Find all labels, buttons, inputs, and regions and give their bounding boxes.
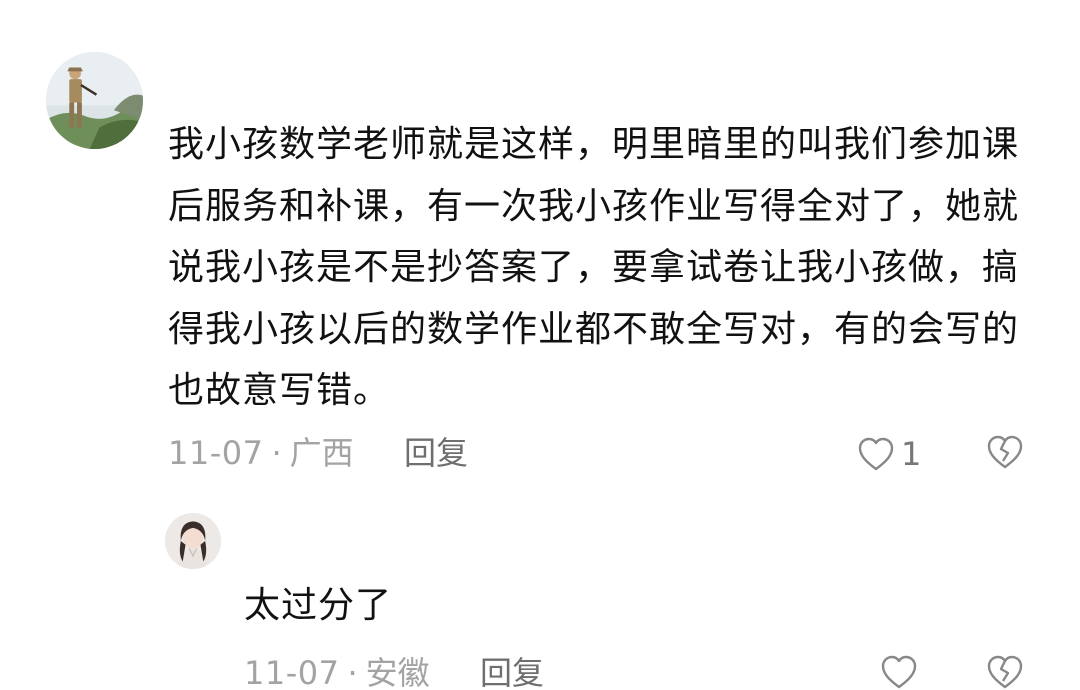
like-button[interactable]: 1 (857, 434, 921, 474)
like-count: 1 (901, 435, 922, 473)
dislike-button[interactable] (986, 434, 1024, 474)
meta-separator: · (271, 434, 282, 472)
comment-location: 广西 (289, 434, 354, 472)
reply-like-button[interactable] (880, 654, 918, 690)
comment-thread: 我小孩数学老师就是这样，明里暗里的叫我们参加课后服务和补课，有一次我小孩作业写得… (0, 0, 1080, 690)
reply-text: 太过分了 (244, 585, 393, 626)
comment-meta: 11-07 · 广西 (168, 433, 354, 473)
avatar-image-soldier (46, 52, 143, 149)
reply-reply-button[interactable]: 回复 (480, 653, 544, 690)
meta-separator: · (347, 654, 358, 690)
reply-meta: 11-07 · 安徽 (244, 653, 430, 690)
avatar[interactable] (46, 52, 143, 149)
heart-outline-icon (881, 655, 917, 689)
broken-heart-icon (987, 655, 1023, 689)
reply-location: 安徽 (365, 654, 430, 690)
avatar-image-woman (165, 513, 221, 569)
broken-heart-icon (987, 435, 1023, 469)
heart-outline-icon (858, 437, 894, 471)
comment-date: 11-07 (168, 434, 264, 472)
reply-date: 11-07 (244, 654, 340, 690)
reply-avatar[interactable] (165, 513, 221, 569)
reply-dislike-button[interactable] (986, 654, 1024, 690)
reply-button[interactable]: 回复 (404, 433, 468, 473)
comment-text: 我小孩数学老师就是这样，明里暗里的叫我们参加课后服务和补课，有一次我小孩作业写得… (168, 124, 1020, 411)
